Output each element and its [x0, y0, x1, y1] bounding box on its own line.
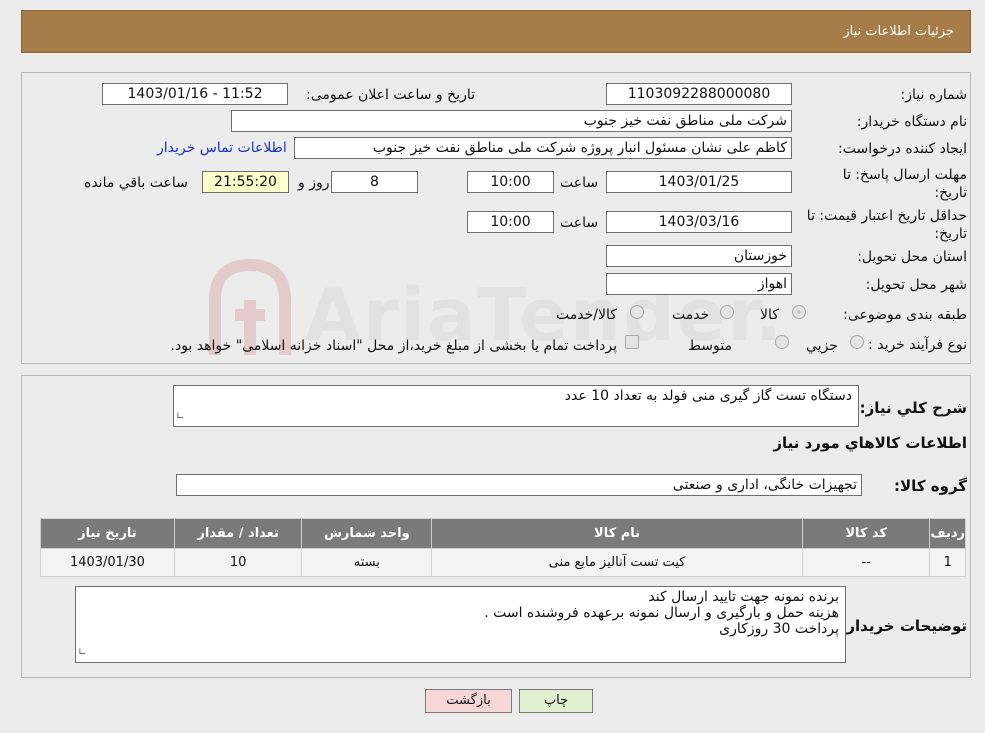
- cell-row-number: 1: [929, 548, 966, 577]
- category-radio-service[interactable]: [720, 305, 734, 319]
- col-row-number: رديف: [929, 518, 966, 549]
- province-field: خوزستان: [606, 245, 792, 267]
- process-option-minor: جزيي: [806, 338, 838, 354]
- process-radio-minor[interactable]: [850, 335, 864, 349]
- description-textarea: دستگاه تست گاز گیری منی فولد به تعداد 10…: [173, 385, 859, 427]
- category-option-service: خدمت: [672, 307, 710, 323]
- category-option-goods: کالا: [760, 307, 779, 323]
- buyer-note-line: پرداخت 30 روزکاری: [719, 621, 839, 637]
- description-text: دستگاه تست گاز گیری منی فولد به تعداد 10…: [564, 388, 852, 404]
- back-button[interactable]: بازگشت: [425, 689, 512, 713]
- province-label: استان محل تحویل:: [857, 249, 967, 265]
- buyer-notes-label: توضیحات خریدار:: [840, 617, 967, 635]
- col-quantity: تعداد / مقدار: [173, 518, 303, 549]
- days-label: روز و: [298, 175, 330, 191]
- items-table-header: رديف کد کالا نام کالا واحد شمارش تعداد /…: [40, 518, 966, 549]
- announce-label: تاریخ و ساعت اعلان عمومی:: [306, 87, 475, 103]
- category-radio-goods[interactable]: [792, 305, 806, 319]
- process-option-medium: متوسط: [688, 338, 732, 354]
- category-label: طبقه بندی موضوعی:: [843, 307, 967, 323]
- buyer-note-line: برنده نمونه جهت تایید ارسال کند: [648, 589, 839, 605]
- city-label: شهر محل تحویل:: [865, 277, 967, 293]
- payment-note: پرداخت تمام یا بخشی از مبلغ خرید،از محل …: [170, 338, 617, 354]
- validity-date-field: 1403/03/16: [606, 211, 792, 233]
- buyer-notes-textarea: برنده نمونه جهت تایید ارسال کند هزینه حم…: [75, 586, 846, 663]
- goods-group-label: گروه کالا:: [894, 477, 967, 495]
- days-remaining-field: 8: [331, 171, 418, 193]
- cell-item-code: --: [801, 548, 931, 577]
- col-item-name: نام کالا: [431, 518, 803, 549]
- buyer-org-label: نام دستگاه خریدار:: [856, 114, 967, 130]
- cell-quantity: 10: [173, 548, 303, 577]
- cell-item-name: کیت تست آنالیز مایع منی: [431, 548, 803, 577]
- page-title: جزئیات اطلاعات نیاز: [843, 24, 954, 39]
- category-radio-goods-service[interactable]: [630, 305, 644, 319]
- announce-datetime-field: 1403/01/16 - 11:52: [102, 83, 288, 105]
- col-need-date: تاریخ نیاز: [40, 518, 175, 549]
- print-button[interactable]: چاپ: [519, 689, 593, 713]
- description-label: شرح کلي نياز:: [859, 399, 967, 417]
- process-radio-medium[interactable]: [775, 335, 789, 349]
- deadline-time-field: 10:00: [467, 171, 554, 193]
- resize-grip-icon[interactable]: ∟: [78, 645, 86, 661]
- validity-time-label: ساعت: [560, 215, 599, 231]
- buyer-note-line: هزینه حمل و بارگیری و ارسال نمونه برعهده…: [484, 605, 839, 621]
- deadline-date-field: 1403/01/25: [606, 171, 792, 193]
- category-option-goods-service: کالا/خدمت: [556, 307, 617, 323]
- process-label: نوع فرآیند خرید :: [868, 337, 967, 353]
- buyer-org-field: شرکت ملی مناطق نفت خیز جنوب: [231, 110, 792, 132]
- cell-need-date: 1403/01/30: [40, 548, 175, 577]
- col-item-code: کد کالا: [801, 518, 931, 549]
- buyer-contact-link[interactable]: اطلاعات تماس خریدار: [157, 140, 287, 156]
- table-row: 1 -- کیت تست آنالیز مایع منی بسته 10 140…: [40, 548, 966, 577]
- items-table: رديف کد کالا نام کالا واحد شمارش تعداد /…: [40, 518, 966, 577]
- creator-label: ایجاد کننده درخواست:: [838, 141, 967, 157]
- cell-unit: بسته: [301, 548, 433, 577]
- page-header: جزئیات اطلاعات نیاز: [21, 10, 971, 53]
- col-unit: واحد شمارش: [301, 518, 433, 549]
- resize-grip-icon[interactable]: ∟: [176, 409, 184, 425]
- remaining-time-counter: 21:55:20: [202, 171, 289, 193]
- remaining-label: ساعت باقي مانده: [84, 175, 188, 191]
- creator-field: کاظم علی نشان مسئول انبار پروژه شرکت ملی…: [294, 137, 792, 159]
- deadline-label: مهلت ارسال پاسخ: تا تاریخ:: [842, 167, 967, 201]
- validity-time-field: 10:00: [467, 211, 554, 233]
- city-field: اهواز: [606, 273, 792, 295]
- deadline-time-label: ساعت: [560, 175, 599, 191]
- items-section-title: اطلاعات کالاهاي مورد نياز: [773, 434, 967, 452]
- need-number-field: 1103092288000080: [606, 83, 792, 105]
- need-number-label: شماره نیاز:: [900, 87, 968, 103]
- payment-checkbox[interactable]: [625, 335, 639, 349]
- validity-label: حداقل تاریخ اعتبار قیمت: تا تاریخ:: [806, 208, 967, 242]
- goods-group-field: تجهیزات خانگی، اداری و صنعتی: [176, 474, 862, 496]
